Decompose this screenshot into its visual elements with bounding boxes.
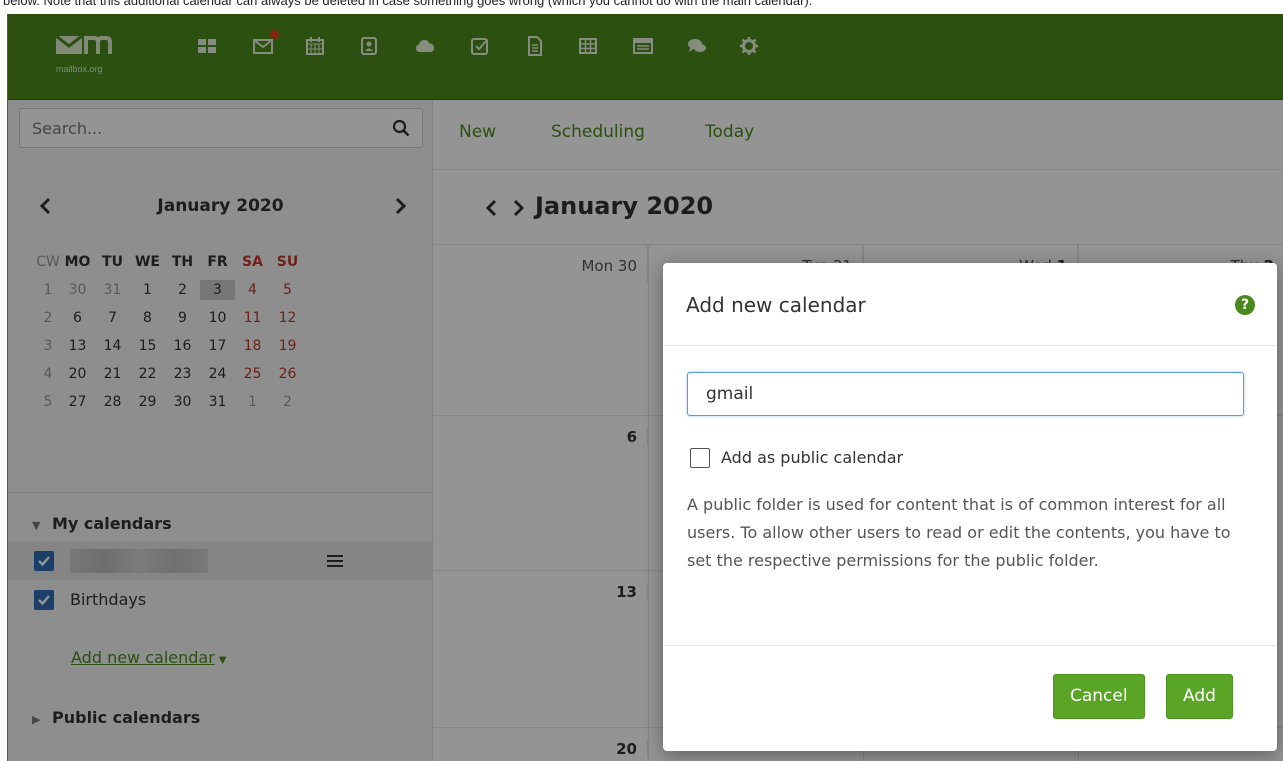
public-calendar-checkbox[interactable] xyxy=(690,448,710,468)
help-icon[interactable]: ? xyxy=(1235,295,1255,315)
public-folder-help-text: A public folder is used for content that… xyxy=(687,495,1231,570)
add-button[interactable]: Add xyxy=(1166,674,1233,719)
dialog-header: Add new calendar ? xyxy=(663,263,1277,346)
public-calendar-label[interactable]: Add as public calendar xyxy=(721,448,903,467)
cancel-button[interactable]: Cancel xyxy=(1053,674,1145,719)
calendar-name-input[interactable] xyxy=(687,372,1244,416)
page-caption: below. Note that this additional calenda… xyxy=(3,0,813,8)
dialog-title: Add new calendar xyxy=(686,293,866,317)
dialog-footer: Cancel Add xyxy=(663,645,1277,751)
add-calendar-dialog: Add new calendar ? Add as public calenda… xyxy=(663,263,1277,751)
